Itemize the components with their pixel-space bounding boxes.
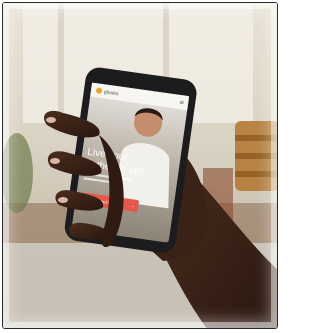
fingernail <box>58 197 68 203</box>
basket-band <box>235 153 277 159</box>
arrow-right-icon: → <box>130 203 135 209</box>
photo-scene: glooko ≡ Live your authentic self Get st… <box>3 3 277 328</box>
basket-band <box>235 171 277 177</box>
window-mullion <box>58 3 64 123</box>
menu-icon[interactable]: ≡ <box>179 99 185 107</box>
basket-band <box>235 135 277 141</box>
photo-frame: glooko ≡ Live your authentic self Get st… <box>2 2 278 329</box>
fingernail <box>46 117 56 123</box>
fingernail <box>50 158 60 164</box>
